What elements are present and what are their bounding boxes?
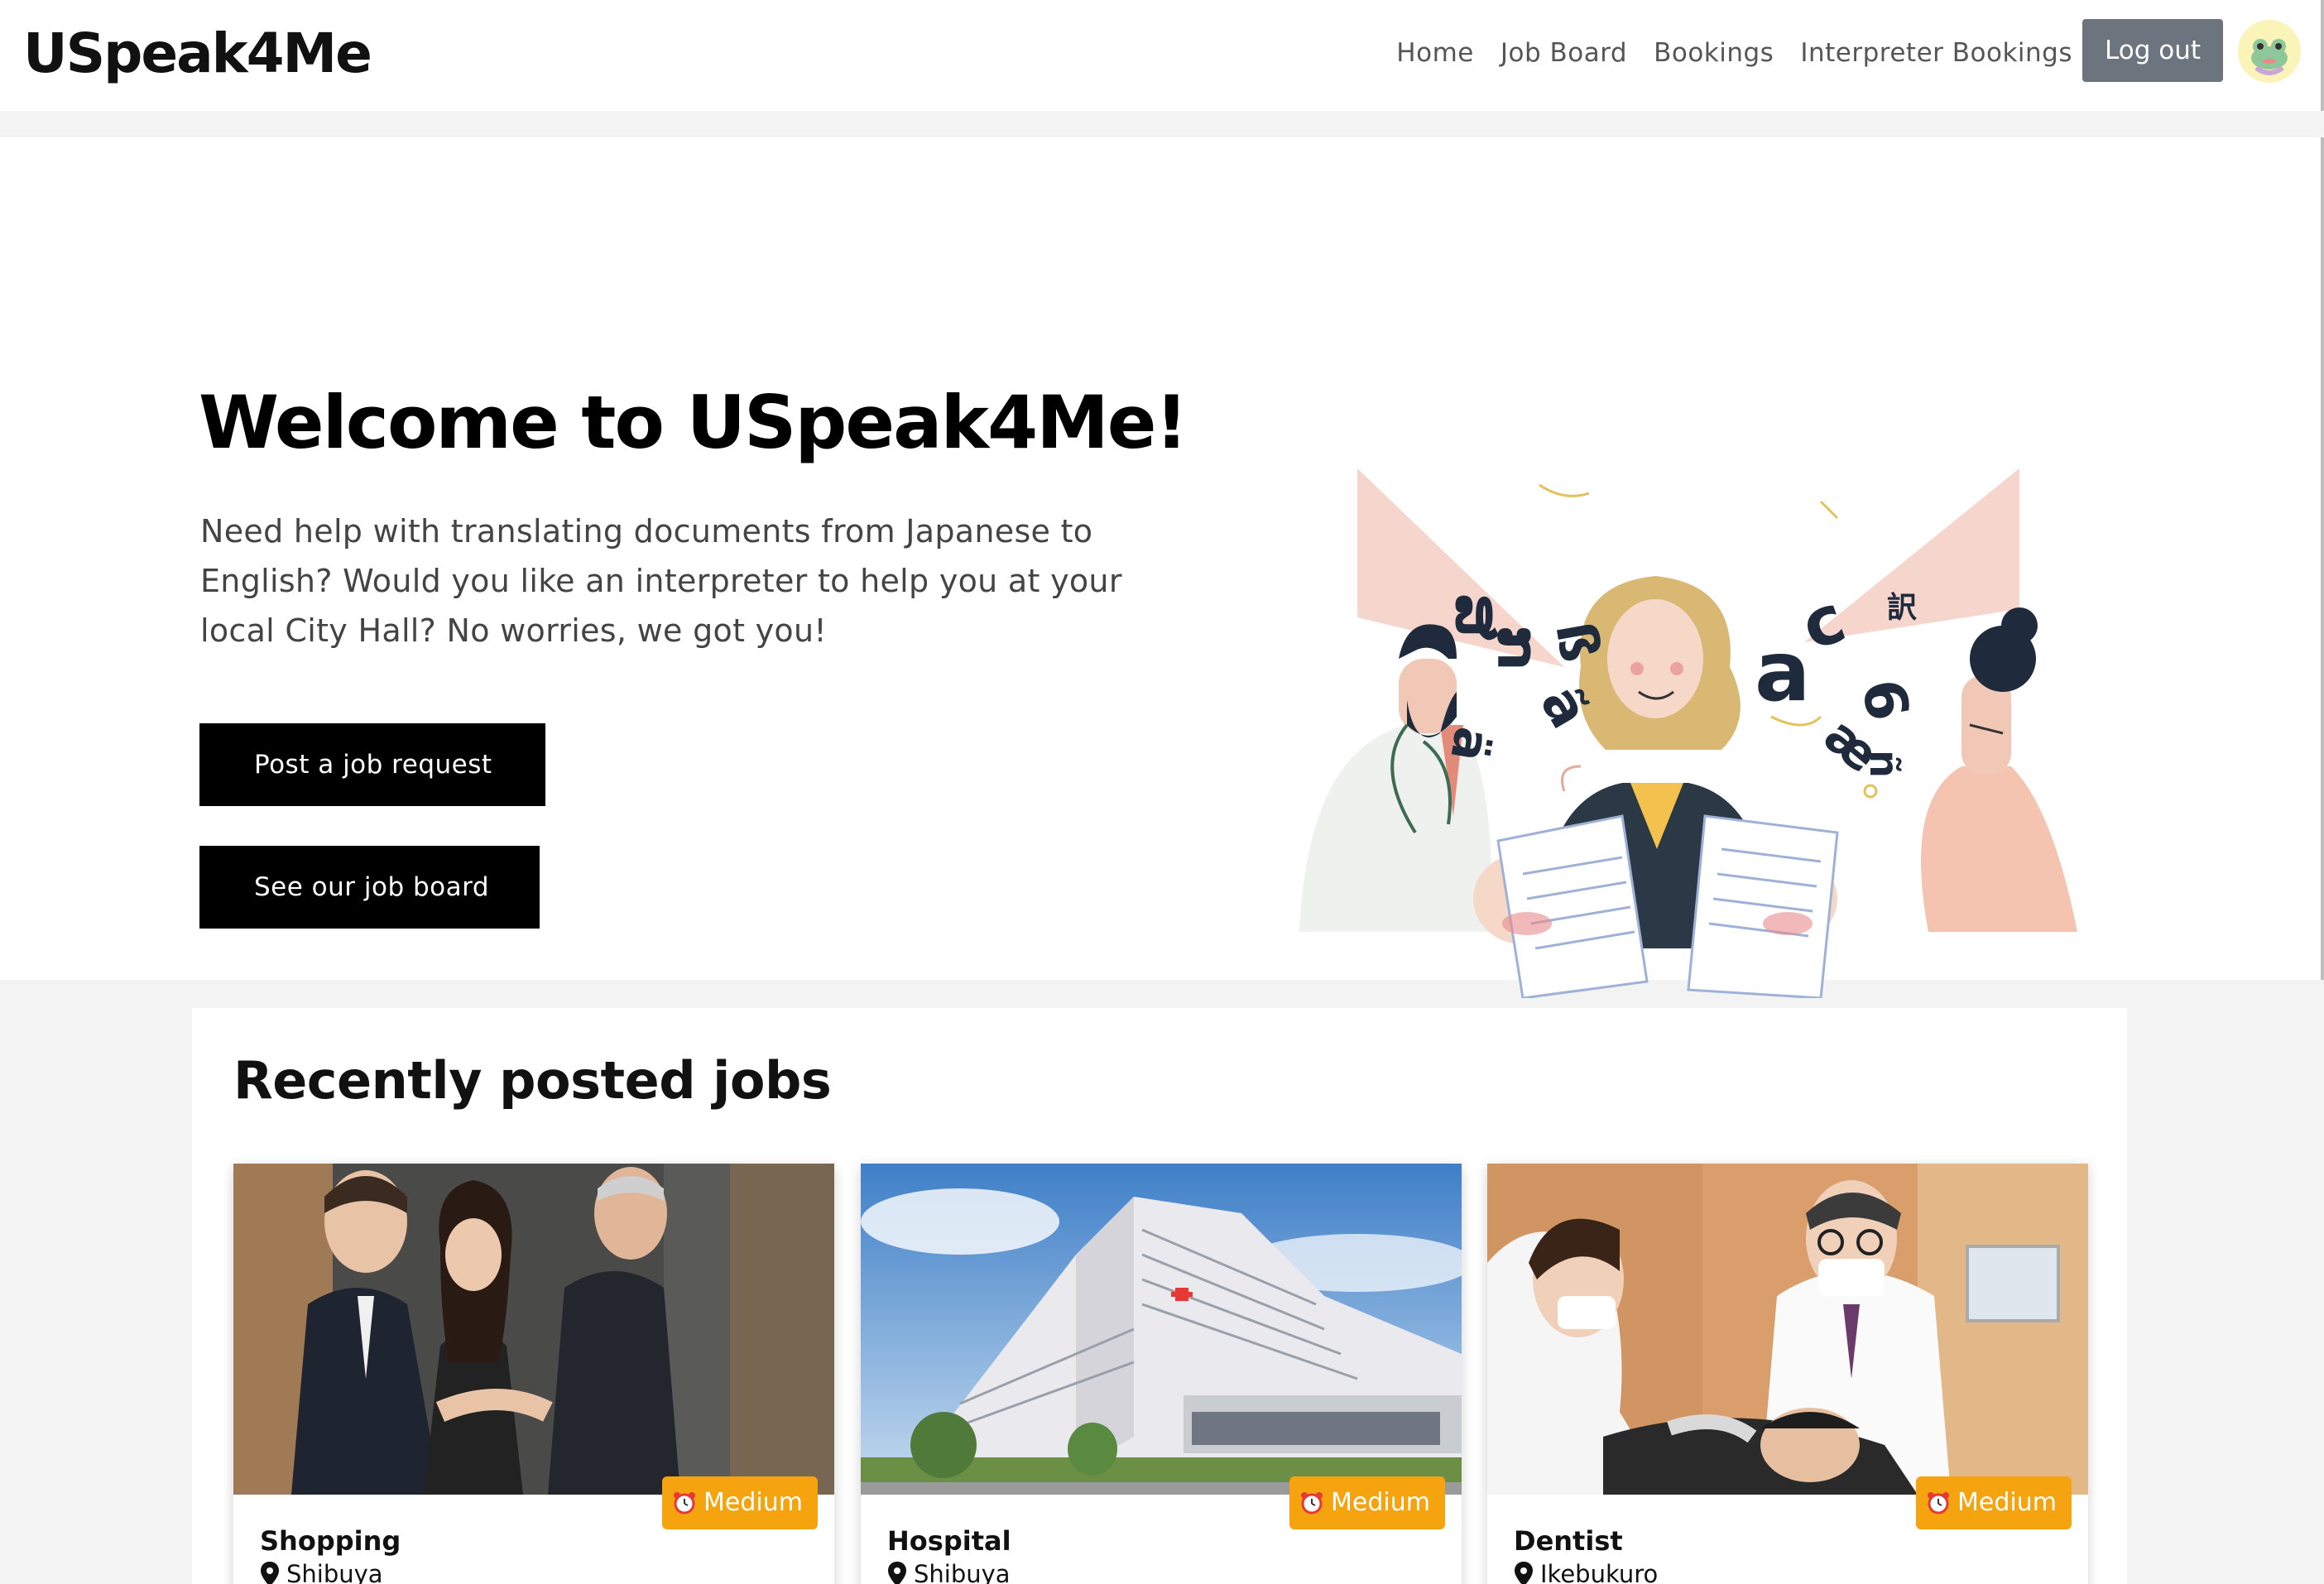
navbar: USpeak4Me Home Job Board Bookings Interp… <box>0 0 2324 111</box>
job-card[interactable]: Medium Dentist Ikebukuro <box>1487 1164 2088 1584</box>
recent-jobs-section: Recently posted jobs Medium Shopping Shi… <box>192 1008 2127 1584</box>
business-handshake-photo <box>233 1164 834 1495</box>
glyph: ກ <box>1484 626 1552 671</box>
frog-avatar-icon <box>2238 20 2301 83</box>
recent-jobs-title: Recently posted jobs <box>233 1050 832 1111</box>
nav-link-job-board[interactable]: Job Board <box>1501 35 1627 71</box>
avatar[interactable] <box>2238 20 2301 83</box>
glyph: ñ <box>1861 750 1907 778</box>
glyph: 訳 <box>1887 591 1918 625</box>
dentist-office-photo <box>1487 1164 2088 1495</box>
job-card[interactable]: Medium Hospital Shibuya <box>861 1164 1462 1584</box>
urgency-label: Medium <box>1331 1488 1430 1517</box>
alarm-clock-icon <box>1928 1492 1950 1514</box>
woman-figure <box>1921 607 2077 932</box>
post-job-request-button[interactable]: Post a job request <box>199 723 545 806</box>
urgency-label: Medium <box>703 1488 803 1517</box>
job-title: Shopping <box>260 1525 401 1557</box>
alarm-clock-icon <box>1301 1492 1323 1514</box>
job-location: Shibuya <box>887 1558 1011 1584</box>
location-pin-icon <box>1515 1562 1533 1584</box>
alarm-clock-icon <box>674 1492 696 1514</box>
page: USpeak4Me Home Job Board Bookings Interp… <box>0 0 2324 1584</box>
nav-link-interpreter-bookings[interactable]: Interpreter Bookings <box>1800 35 2072 71</box>
job-location: Ikebukuro <box>1514 1558 1658 1584</box>
job-location-label: Shibuya <box>286 1560 383 1584</box>
nav-link-home[interactable]: Home <box>1396 35 1474 71</box>
job-location: Shibuya <box>260 1558 383 1584</box>
job-title: Hospital <box>887 1525 1011 1557</box>
job-location-label: Shibuya <box>914 1560 1011 1584</box>
man-figure <box>1299 624 1491 932</box>
nav-link-bookings[interactable]: Bookings <box>1654 35 1774 71</box>
hero-title: Welcome to USpeak4Me! <box>199 380 1188 465</box>
see-job-board-button[interactable]: See our job board <box>199 846 540 929</box>
interpreter-illustration: ສ ກ ã ß ä a c 6 æ ñ 訳 <box>1299 468 2077 998</box>
hero-description: Need help with translating documents fro… <box>200 513 1122 649</box>
logout-button[interactable]: Log out <box>2082 19 2223 82</box>
hero-section: Welcome to USpeak4Me! Need help with tra… <box>0 137 2324 998</box>
job-card[interactable]: Medium Shopping Shibuya <box>233 1164 834 1584</box>
urgency-badge: Medium <box>662 1476 818 1529</box>
location-pin-icon <box>261 1562 279 1584</box>
urgency-badge: Medium <box>1289 1476 1445 1529</box>
brand-logo[interactable]: USpeak4Me <box>23 22 372 86</box>
glyph: a <box>1755 623 1810 720</box>
job-location-label: Ikebukuro <box>1540 1560 1659 1584</box>
urgency-label: Medium <box>1957 1488 2057 1517</box>
job-title: Dentist <box>1514 1525 1623 1557</box>
location-pin-icon <box>888 1562 906 1584</box>
nav-links: Home Job Board Bookings Interpreter Book… <box>1396 35 2072 71</box>
urgency-badge: Medium <box>1916 1476 2072 1529</box>
hospital-building-photo <box>861 1164 1462 1495</box>
